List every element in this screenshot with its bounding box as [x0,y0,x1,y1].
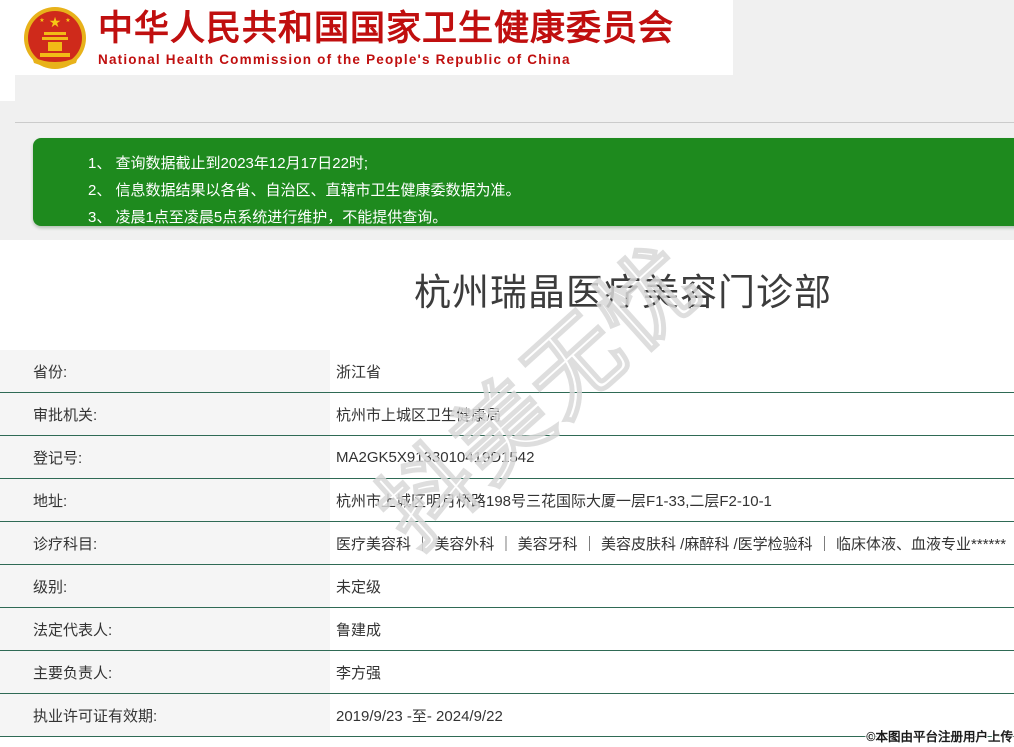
field-label: 审批机关: [0,393,330,435]
copyright-note: ©本图由平台注册用户上传 [866,726,1013,745]
table-row-approval-authority: 审批机关: 杭州市上城区卫生健康局 [0,393,1014,436]
site-title-english: National Health Commission of the People… [98,52,674,67]
field-label: 地址: [0,479,330,521]
institution-info-table: 省份: 浙江省 审批机关: 杭州市上城区卫生健康局 登记号: MA2GK5X91… [0,350,1014,737]
header-divider-line [15,122,1014,123]
notice-line-2: 2、 信息数据结果以各省、自治区、直辖市卫生健康委数据为准。 [88,177,1014,204]
field-label: 级别: [0,565,330,607]
field-label: 执业许可证有效期: [0,694,330,736]
field-label: 省份: [0,350,330,392]
field-value: 李方强 [330,651,1014,693]
field-label: 法定代表人: [0,608,330,650]
field-value: MA2GK5X9133010419D1542 [330,436,1014,478]
field-label: 诊疗科目: [0,522,330,564]
table-row-registration-number: 登记号: MA2GK5X9133010419D1542 [0,436,1014,479]
institution-name-title: 杭州瑞晶医疗美容门诊部 [33,262,1014,316]
field-value: 杭州市上城区明月桥路198号三花国际大厦一层F1-33,二层F2-10-1 [330,479,1014,521]
table-row-province: 省份: 浙江省 [0,350,1014,393]
table-row-level: 级别: 未定级 [0,565,1014,608]
table-row-medical-subjects: 诊疗科目: 医疗美容科 ｜ 美容外科 ｜ 美容牙科 ｜ 美容皮肤科 /麻醉科 /… [0,522,1014,565]
site-header: ★ ★ ★ 中华人民共和国国家卫生健康委员会 National Health C… [0,0,733,75]
national-emblem-icon: ★ ★ ★ [22,5,88,71]
svg-text:★: ★ [49,14,62,30]
notice-line-3: 3、 凌晨1点至凌晨5点系统进行维护，不能提供查询。 [88,204,1014,231]
table-row-legal-representative: 法定代表人: 鲁建成 [0,608,1014,651]
svg-text:★: ★ [39,17,44,24]
field-value: 杭州市上城区卫生健康局 [330,393,1014,435]
field-value: 未定级 [330,565,1014,607]
site-title-chinese: 中华人民共和国国家卫生健康委员会 [98,9,674,49]
table-row-license-validity: 执业许可证有效期: 2019/9/23 -至- 2024/9/22 [0,694,1014,737]
field-label: 主要负责人: [0,651,330,693]
table-row-address: 地址: 杭州市上城区明月桥路198号三花国际大厦一层F1-33,二层F2-10-… [0,479,1014,522]
table-row-principal: 主要负责人: 李方强 [0,651,1014,694]
header-edge-strip [0,75,15,101]
field-label: 登记号: [0,436,330,478]
query-notice-box: 1、 查询数据截止到2023年12月17日22时; 2、 信息数据结果以各省、自… [33,138,1014,226]
notice-line-1: 1、 查询数据截止到2023年12月17日22时; [88,150,1014,177]
field-value: 鲁建成 [330,608,1014,650]
field-value: 医疗美容科 ｜ 美容外科 ｜ 美容牙科 ｜ 美容皮肤科 /麻醉科 /医学检验科 … [330,522,1014,564]
svg-text:★: ★ [65,17,70,24]
field-value: 浙江省 [330,350,1014,392]
